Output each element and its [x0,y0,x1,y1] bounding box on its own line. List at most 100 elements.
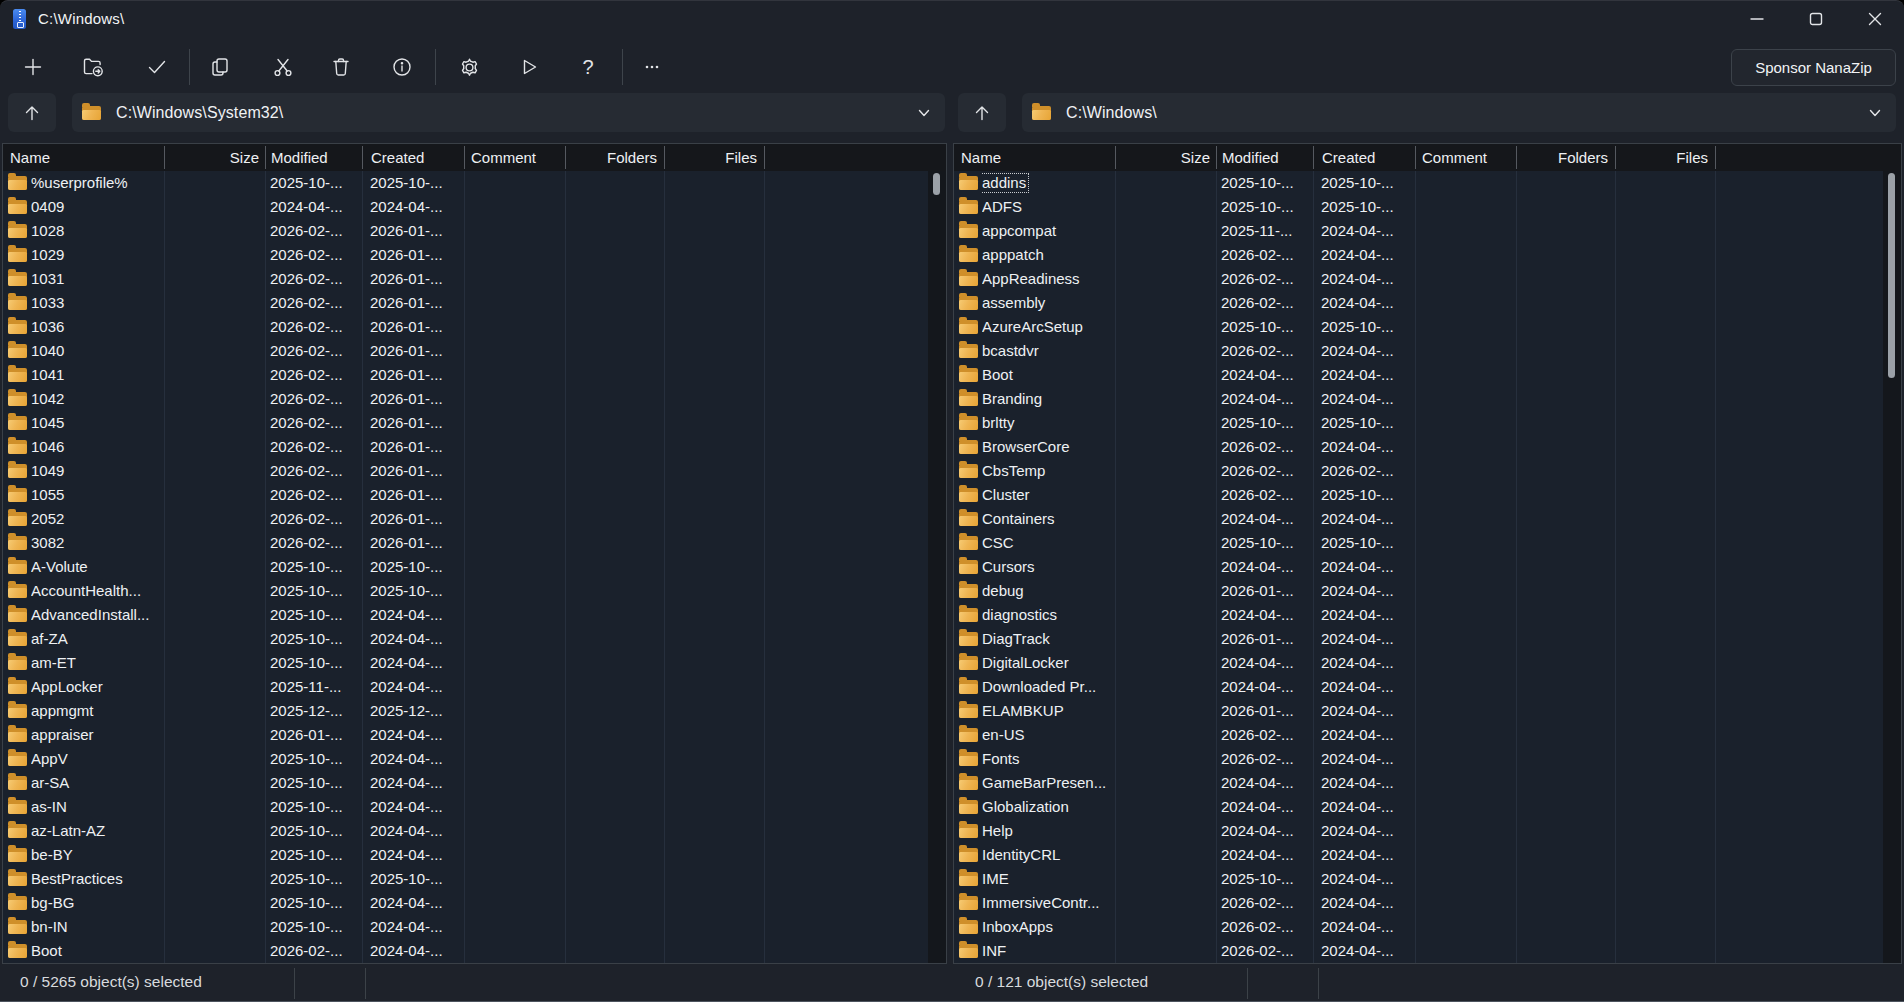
chevron-down-icon[interactable] [915,104,933,122]
column-header-modified[interactable]: Modified [265,144,362,171]
cut-button[interactable] [260,47,306,87]
settings-button[interactable] [446,47,492,87]
file-row[interactable]: as-IN2025-10-...2024-04-... [3,795,946,819]
file-row[interactable]: 10402026-02-...2026-01-... [3,339,946,363]
file-row[interactable]: brltty2025-10-...2025-10-... [954,411,1901,435]
file-row[interactable]: appmgmt2025-12-...2025-12-... [3,699,946,723]
file-row[interactable]: AzureArcSetup2025-10-...2025-10-... [954,315,1901,339]
column-header-modified[interactable]: Modified [1216,144,1313,171]
file-row[interactable]: be-BY2025-10-...2024-04-... [3,843,946,867]
file-row[interactable]: Containers2024-04-...2024-04-... [954,507,1901,531]
scrollbar-thumb[interactable] [1888,173,1895,378]
address-bar-right[interactable]: C:\Windows\ [1022,93,1896,132]
file-row[interactable]: 10312026-02-...2026-01-... [3,267,946,291]
column-divider[interactable] [764,146,765,169]
file-row[interactable]: A-Volute2025-10-...2025-10-... [3,555,946,579]
file-row[interactable]: BrowserCore2026-02-...2024-04-... [954,435,1901,459]
add-button[interactable] [10,47,56,87]
close-button[interactable] [1845,1,1904,37]
file-row[interactable]: DigitalLocker2024-04-...2024-04-... [954,651,1901,675]
file-row[interactable]: Boot2024-04-...2024-04-... [954,363,1901,387]
file-row[interactable]: 10492026-02-...2026-01-... [3,459,946,483]
file-row[interactable]: 10422026-02-...2026-01-... [3,387,946,411]
file-row[interactable]: AppV2025-10-...2024-04-... [3,747,946,771]
column-header-comment[interactable]: Comment [464,144,565,171]
file-row[interactable]: ADFS2025-10-...2025-10-... [954,195,1901,219]
file-row[interactable]: AdvancedInstall...2025-10-...2024-04-... [3,603,946,627]
column-header-created[interactable]: Created [1313,144,1415,171]
column-header-folders[interactable]: Folders [1516,144,1615,171]
file-row[interactable]: InboxApps2026-02-...2024-04-... [954,915,1901,939]
column-header-size[interactable]: Size [1115,144,1216,171]
file-row[interactable]: 10292026-02-...2026-01-... [3,243,946,267]
file-row[interactable]: 30822026-02-...2026-01-... [3,531,946,555]
column-header-name[interactable]: Name [954,144,1115,171]
file-row[interactable]: 10362026-02-...2026-01-... [3,315,946,339]
maximize-button[interactable] [1786,1,1845,37]
scrollbar-track[interactable] [1883,171,1901,963]
file-row[interactable]: appraiser2026-01-...2024-04-... [3,723,946,747]
file-row[interactable]: en-US2026-02-...2024-04-... [954,723,1901,747]
address-bar-left[interactable]: C:\Windows\System32\ [72,93,945,132]
sponsor-button[interactable]: Sponsor NanaZip [1731,49,1896,86]
more-button[interactable] [629,47,675,87]
column-header-name[interactable]: Name [3,144,164,171]
test-button[interactable] [134,47,180,87]
file-row[interactable]: Boot2026-02-...2024-04-... [3,939,946,963]
file-row[interactable]: bcastdvr2026-02-...2024-04-... [954,339,1901,363]
file-row[interactable]: Globalization2024-04-...2024-04-... [954,795,1901,819]
run-button[interactable] [506,47,552,87]
copy-button[interactable] [197,47,243,87]
file-row[interactable]: Downloaded Pr...2024-04-...2024-04-... [954,675,1901,699]
file-row[interactable]: IdentityCRL2024-04-...2024-04-... [954,843,1901,867]
file-row[interactable]: AppReadiness2026-02-...2024-04-... [954,267,1901,291]
file-row[interactable]: am-ET2025-10-...2024-04-... [3,651,946,675]
file-row[interactable]: ELAMBKUP2026-01-...2024-04-... [954,699,1901,723]
file-row[interactable]: Help2024-04-...2024-04-... [954,819,1901,843]
up-button-left[interactable] [8,93,56,132]
chevron-down-icon[interactable] [1866,104,1884,122]
file-row[interactable]: assembly2026-02-...2024-04-... [954,291,1901,315]
delete-button[interactable] [318,47,364,87]
info-button[interactable] [379,47,425,87]
file-row[interactable]: BestPractices2025-10-...2025-10-... [3,867,946,891]
file-row[interactable]: debug2026-01-...2024-04-... [954,579,1901,603]
column-divider[interactable] [1715,146,1716,169]
file-row[interactable]: diagnostics2024-04-...2024-04-... [954,603,1901,627]
file-row[interactable]: ar-SA2025-10-...2024-04-... [3,771,946,795]
column-header-files[interactable]: Files [1615,144,1715,171]
file-row[interactable]: Fonts2026-02-...2024-04-... [954,747,1901,771]
file-row[interactable]: addins2025-10-...2025-10-... [954,171,1901,195]
file-row[interactable]: CbsTemp2026-02-...2026-02-... [954,459,1901,483]
extract-button[interactable] [70,47,116,87]
column-header-size[interactable]: Size [164,144,265,171]
file-row[interactable]: IME2025-10-...2024-04-... [954,867,1901,891]
file-row[interactable]: ImmersiveContr...2026-02-...2024-04-... [954,891,1901,915]
help-button[interactable]: ? [565,47,611,87]
scrollbar-thumb[interactable] [933,173,940,195]
file-row[interactable]: %userprofile%2025-10-...2025-10-... [3,171,946,195]
column-header-folders[interactable]: Folders [565,144,664,171]
file-row[interactable]: 10552026-02-...2026-01-... [3,483,946,507]
file-row[interactable]: INF2026-02-...2024-04-... [954,939,1901,963]
file-row[interactable]: bg-BG2025-10-...2024-04-... [3,891,946,915]
file-row[interactable]: 10452026-02-...2026-01-... [3,411,946,435]
file-row[interactable]: appcompat2025-11-...2024-04-... [954,219,1901,243]
file-row[interactable]: af-ZA2025-10-...2024-04-... [3,627,946,651]
file-row[interactable]: Branding2024-04-...2024-04-... [954,387,1901,411]
file-row[interactable]: Cluster2026-02-...2025-10-... [954,483,1901,507]
file-row[interactable]: 10282026-02-...2026-01-... [3,219,946,243]
file-row[interactable]: Cursors2024-04-...2024-04-... [954,555,1901,579]
file-row[interactable]: GameBarPresen...2024-04-...2024-04-... [954,771,1901,795]
file-row[interactable]: az-Latn-AZ2025-10-...2024-04-... [3,819,946,843]
column-header-comment[interactable]: Comment [1415,144,1516,171]
column-header-files[interactable]: Files [664,144,764,171]
up-button-right[interactable] [958,93,1006,132]
file-row[interactable]: AppLocker2025-11-...2024-04-... [3,675,946,699]
file-row[interactable]: 10332026-02-...2026-01-... [3,291,946,315]
file-row[interactable]: 04092024-04-...2024-04-... [3,195,946,219]
column-header-created[interactable]: Created [362,144,464,171]
file-row[interactable]: bn-IN2025-10-...2024-04-... [3,915,946,939]
file-row[interactable]: DiagTrack2026-01-...2024-04-... [954,627,1901,651]
scrollbar-track[interactable] [928,171,946,963]
